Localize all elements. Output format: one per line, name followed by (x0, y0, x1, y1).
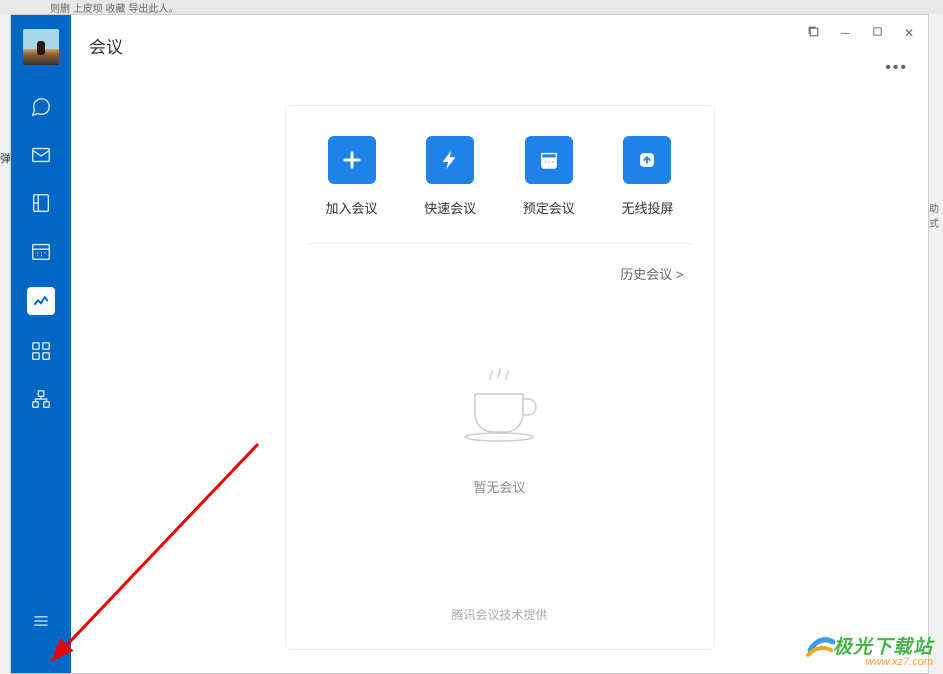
close-button[interactable]: ✕ (902, 26, 916, 40)
background-fragment-right: 助式 (929, 200, 943, 230)
schedule-meeting-button[interactable]: 预定会议 (509, 136, 589, 217)
app-window: 会议 ─ ✕ ••• 加入会议 (10, 14, 929, 674)
avatar[interactable] (23, 29, 59, 65)
chat-icon[interactable] (29, 95, 53, 119)
watermark-title: 极光下载站 (833, 632, 933, 659)
main-area: 会议 ─ ✕ ••• 加入会议 (71, 15, 928, 673)
meeting-card: 加入会议 快速会议 预定会议 (285, 105, 715, 650)
action-row: 加入会议 快速会议 预定会议 (308, 136, 692, 244)
join-meeting-button[interactable]: 加入会议 (312, 136, 392, 217)
background-fragment: 则删 上皮坝 收藏 导出此人。 (0, 0, 943, 14)
window-controls: ─ ✕ (806, 25, 916, 41)
action-label: 预定会议 (523, 198, 575, 217)
titlebar: 会议 ─ ✕ ••• (71, 15, 928, 75)
empty-state: 暂无会议 (308, 253, 692, 606)
mail-icon[interactable] (29, 143, 53, 167)
maximize-button[interactable] (870, 26, 884, 40)
action-label: 无线投屏 (621, 198, 673, 217)
plus-icon (328, 136, 376, 184)
schedule-icon (525, 136, 573, 184)
calendar-icon[interactable] (29, 239, 53, 263)
cast-icon (623, 136, 671, 184)
background-fragment-left: 弹 (0, 150, 10, 166)
action-label: 快速会议 (424, 198, 476, 217)
docs-icon[interactable] (29, 191, 53, 215)
watermark: 极光下载站 www.xz7.com (833, 632, 933, 668)
more-menu-icon[interactable]: ••• (885, 59, 908, 77)
minimize-button[interactable]: ─ (838, 26, 852, 40)
apps-icon[interactable] (29, 339, 53, 363)
page-title: 会议 (89, 33, 123, 58)
footer-text: 腾讯会议技术提供 (308, 606, 692, 629)
sidebar (11, 15, 71, 673)
quick-meeting-button[interactable]: 快速会议 (410, 136, 490, 217)
menu-icon[interactable] (29, 609, 53, 633)
popout-icon[interactable] (806, 25, 820, 41)
meeting-icon[interactable] (27, 287, 55, 315)
wireless-cast-button[interactable]: 无线投屏 (607, 136, 687, 217)
coffee-cup-icon (450, 364, 550, 459)
bolt-icon (426, 136, 474, 184)
workbench-icon[interactable] (29, 387, 53, 411)
empty-text: 暂无会议 (473, 477, 525, 496)
action-label: 加入会议 (325, 198, 377, 217)
